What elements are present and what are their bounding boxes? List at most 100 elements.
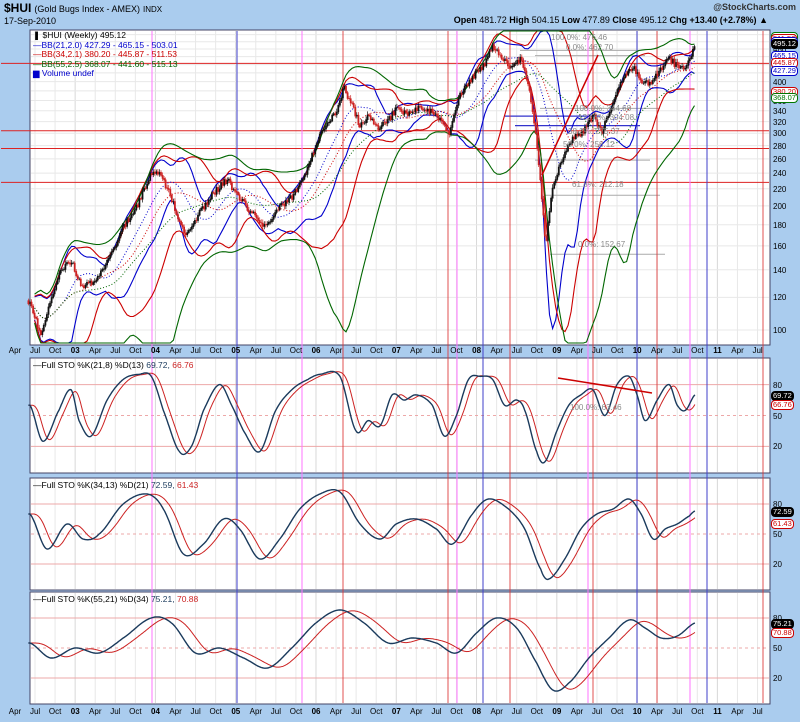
x-axis-top-label: Oct: [691, 346, 703, 355]
price-badge-427-29: 427.29: [771, 66, 798, 76]
x-axis-bottom-label: 07: [392, 707, 401, 716]
x-axis-bottom-label: 08: [472, 707, 481, 716]
x-axis-top-label: Oct: [450, 346, 462, 355]
chg-up-arrow-icon: ▲: [759, 15, 768, 25]
price-axis-label: 120: [773, 293, 786, 302]
stoch3-label: —Full STO %K(55,21) %D(34) 75.21, 70.88: [33, 594, 198, 604]
fib-annotation: 100.0%: 476.46: [551, 33, 607, 42]
x-axis-top-label: Oct: [49, 346, 61, 355]
chart-title: $HUI (Gold Bugs Index - AMEX) INDX: [4, 1, 162, 15]
x-axis-top-label: 05: [231, 346, 240, 355]
price-axis-label: 260: [773, 155, 786, 164]
high-label: High: [509, 15, 529, 25]
close-label: Close: [612, 15, 637, 25]
x-axis-bottom-label: 04: [151, 707, 160, 716]
stoch3-k-value: 75.21: [151, 594, 172, 604]
x-axis-top-label: Jul: [592, 346, 602, 355]
x-axis-bottom-label: Jul: [110, 707, 120, 716]
volume-bars-icon: ▆: [33, 68, 40, 78]
x-axis-top-label: Oct: [370, 346, 382, 355]
x-axis-bottom-label: Apr: [651, 707, 663, 716]
stoch-d-badge: 61.43: [771, 519, 794, 529]
stockcharts-page: $HUI (Gold Bugs Index - AMEX) INDX @Stoc…: [0, 0, 800, 722]
x-axis-top-label: Apr: [330, 346, 342, 355]
x-axis-bottom-label: 10: [633, 707, 642, 716]
price-axis-label: 320: [773, 118, 786, 127]
fib-annotation: 123.6%: 304.08: [578, 113, 634, 122]
stoch3-d-value: 70.88: [177, 594, 198, 604]
price-axis-label: 340: [773, 107, 786, 116]
stoch1-label-text: Full STO %K(21,8) %D(13): [42, 360, 144, 370]
price-axis-label: 240: [773, 169, 786, 178]
x-axis-bottom-label: Jul: [672, 707, 682, 716]
stoch-axis-label: 50: [773, 530, 782, 539]
x-axis-bottom-label: 06: [312, 707, 321, 716]
x-axis-top-label: Apr: [410, 346, 422, 355]
stoch-axis-label: 50: [773, 412, 782, 421]
x-axis-bottom-label: Jul: [431, 707, 441, 716]
x-axis-bottom-label: Oct: [531, 707, 543, 716]
x-axis-top-label: Apr: [651, 346, 663, 355]
symbol: $HUI: [4, 1, 31, 15]
open-value: 481.72: [479, 15, 507, 25]
legend-volume-text: Volume undef: [42, 68, 94, 78]
price-axis-label: 200: [773, 202, 786, 211]
x-axis-top-label: Jul: [110, 346, 120, 355]
x-axis-top-label: Jul: [672, 346, 682, 355]
open-label: Open: [454, 15, 477, 25]
stoch-axis-label: 20: [773, 560, 782, 569]
x-axis-top-label: Oct: [209, 346, 221, 355]
x-axis-top-label: Jul: [351, 346, 361, 355]
fib-annotation: 61.8%: 212.18: [572, 180, 624, 189]
x-axis-top-label: 04: [151, 346, 160, 355]
stoch-d-badge: 66.76: [771, 400, 794, 410]
stoch-axis-label: 80: [773, 381, 782, 390]
fib-annotation: 100.0%: 344.68: [575, 104, 631, 113]
x-axis-top-label: Jul: [512, 346, 522, 355]
x-axis-bottom-label: Oct: [129, 707, 141, 716]
x-axis-top-label: 11: [713, 346, 721, 355]
x-axis-top-label: Jul: [431, 346, 441, 355]
stoch3-label-text: Full STO %K(55,21) %D(34): [42, 594, 149, 604]
chg-label: Chg: [669, 15, 687, 25]
price-badge-368-07: 368.07: [771, 93, 798, 103]
x-axis-bottom-label: Apr: [490, 707, 502, 716]
price-badge-495-12: 495.12: [771, 39, 798, 49]
x-axis-top-label: 08: [472, 346, 481, 355]
x-axis-top-label: Apr: [89, 346, 101, 355]
candlestick-icon: ❚: [33, 30, 40, 40]
legend-bb21-text: BB(21,2.0) 427.29 - 465.15 - 503.01: [42, 40, 178, 50]
stoch-d-badge: 70.88: [771, 628, 794, 638]
x-axis-top-label: Apr: [731, 346, 743, 355]
legend-bb55-text: BB(55,2.5) 368.07 - 441.60 - 515.13: [42, 59, 178, 69]
x-axis-bottom-label: Oct: [370, 707, 382, 716]
fib-annotation: 50.0%: 258.12: [563, 140, 615, 149]
x-axis-bottom-label: Jul: [752, 707, 762, 716]
x-axis-bottom-label: Jul: [30, 707, 40, 716]
stockcharts-brand: @StockCharts.com: [713, 2, 796, 12]
chart-date: 17-Sep-2010: [4, 16, 56, 26]
x-axis-top-label: Jul: [30, 346, 40, 355]
x-axis-top-label: Oct: [290, 346, 302, 355]
ohlc-readout: Open 481.72 High 504.15 Low 477.89 Close…: [454, 15, 768, 25]
x-axis-top-label: Oct: [611, 346, 623, 355]
x-axis-bottom-label: 09: [552, 707, 561, 716]
symbol-description: (Gold Bugs Index - AMEX): [34, 4, 140, 14]
stoch2-label-text: Full STO %K(34,13) %D(21): [42, 480, 149, 490]
x-axis-bottom-label: Apr: [330, 707, 342, 716]
low-value: 477.89: [582, 15, 610, 25]
x-axis-bottom-label: Oct: [209, 707, 221, 716]
x-axis-top-label: Oct: [129, 346, 141, 355]
x-axis-top-label: Apr: [9, 346, 21, 355]
x-axis-bottom-label: 11: [713, 707, 721, 716]
price-axis-label: 280: [773, 142, 786, 151]
x-axis-bottom-label: Apr: [410, 707, 422, 716]
x-axis-bottom-label: Oct: [49, 707, 61, 716]
high-value: 504.15: [532, 15, 560, 25]
x-axis-top-label: 09: [552, 346, 561, 355]
stoch-axis-label: 20: [773, 442, 782, 451]
x-axis-top-label: 10: [633, 346, 642, 355]
x-axis-bottom-label: Jul: [351, 707, 361, 716]
low-label: Low: [562, 15, 580, 25]
legend-volume-row: ▆ Volume undef: [33, 69, 178, 79]
